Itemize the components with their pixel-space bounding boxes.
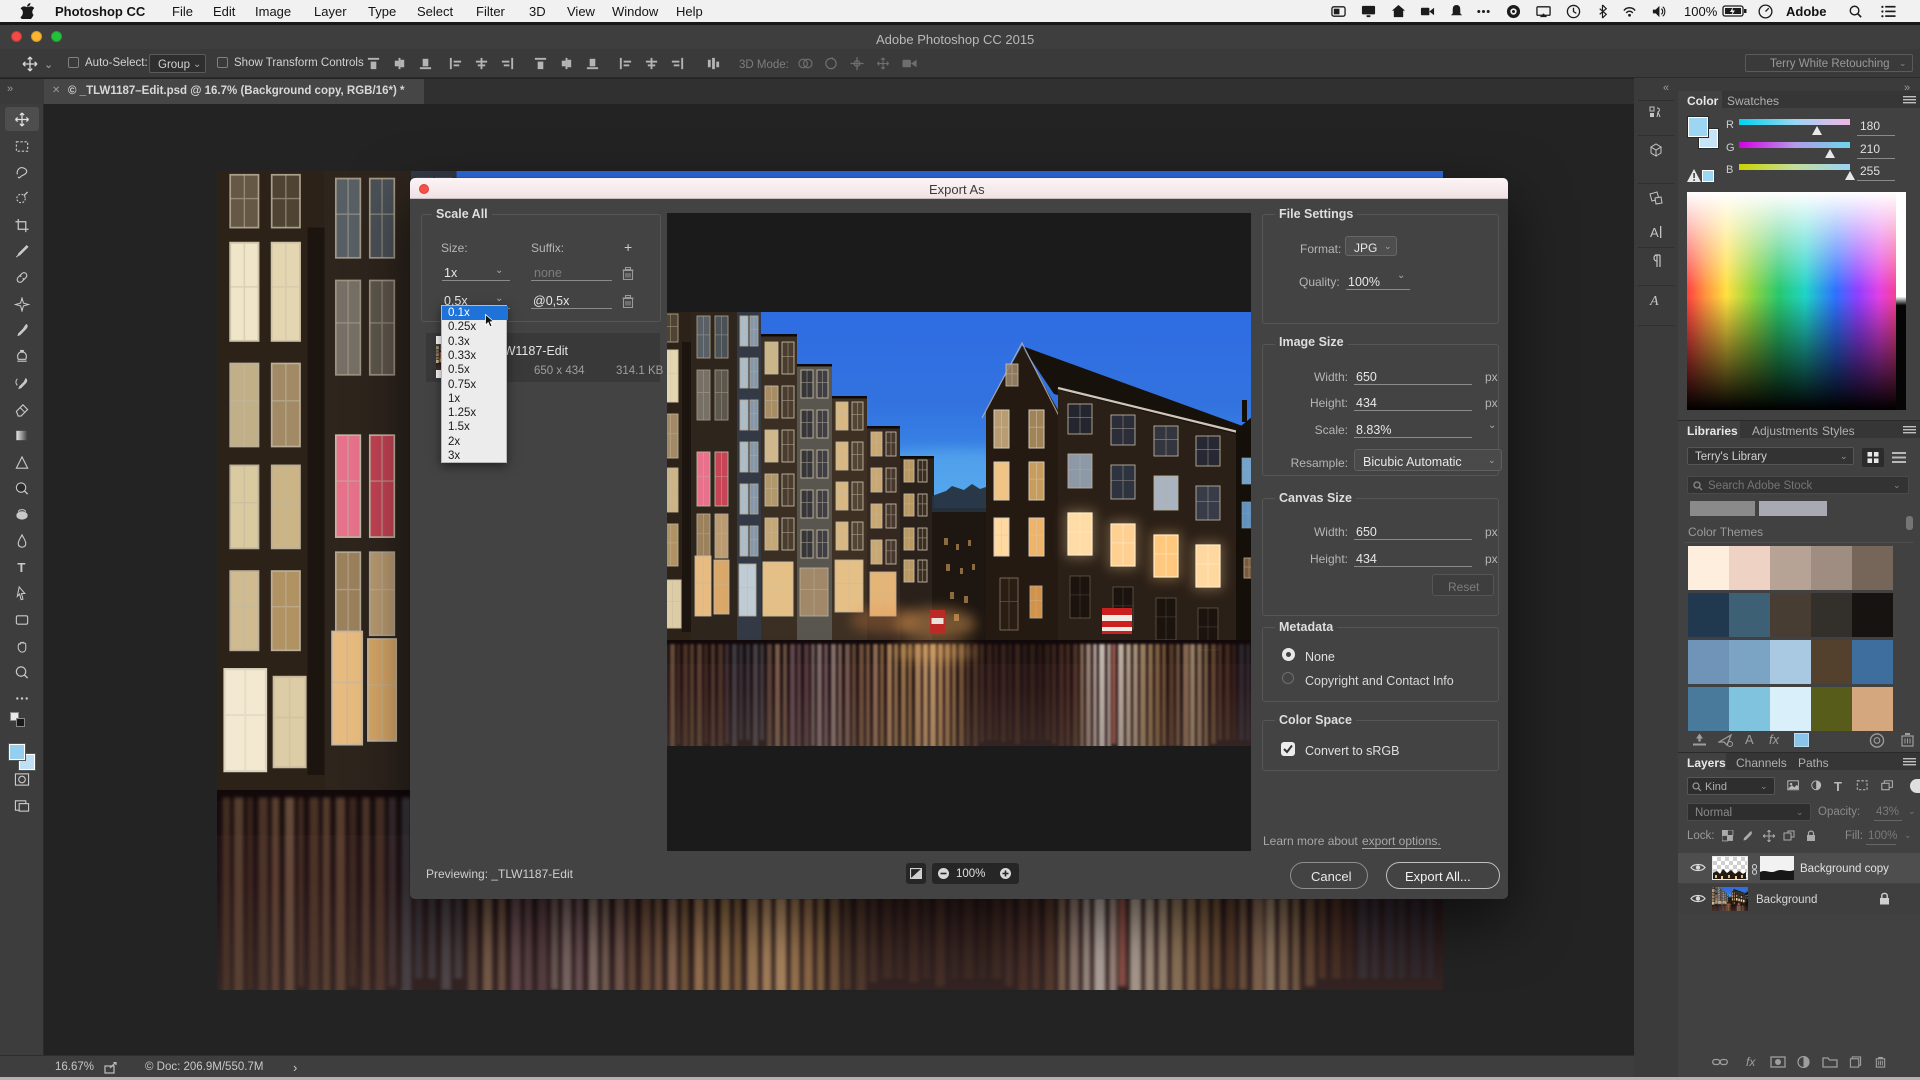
svg-text:T: T xyxy=(17,560,25,575)
svg-text:A: A xyxy=(1650,225,1659,240)
svg-text:A: A xyxy=(1649,294,1659,308)
